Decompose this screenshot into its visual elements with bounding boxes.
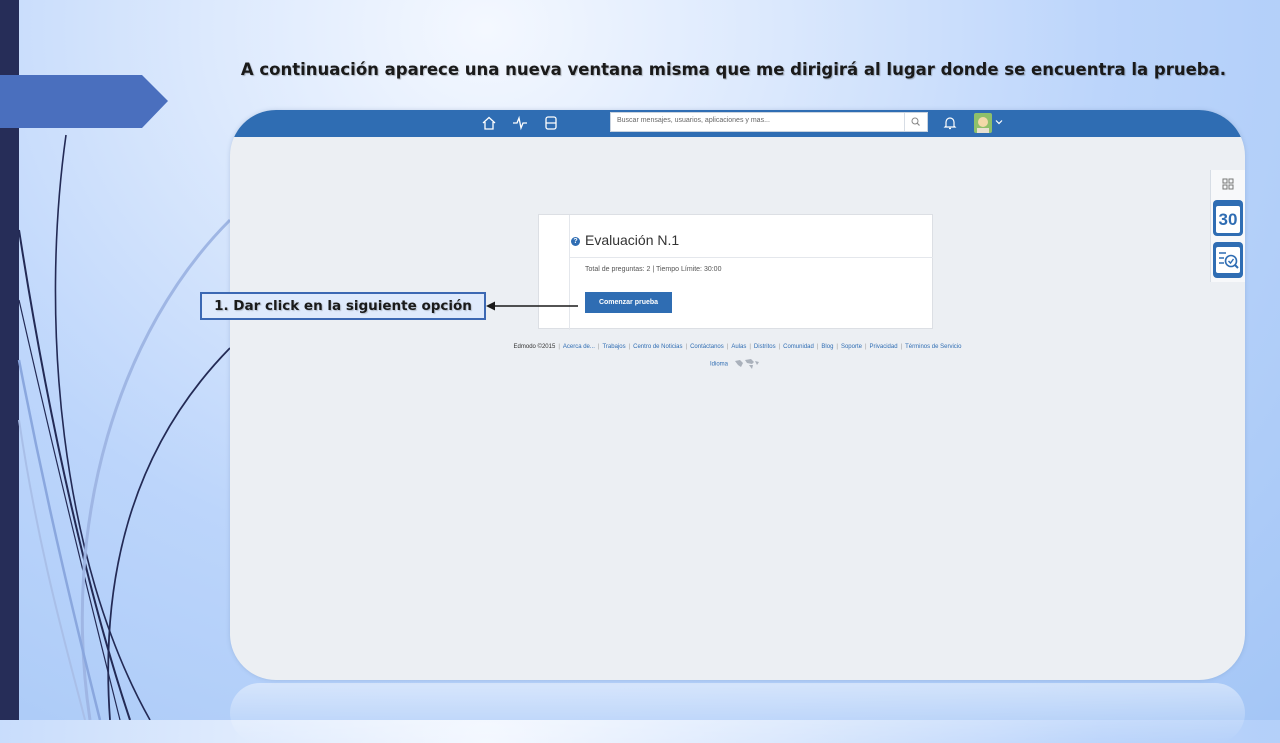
question-icon: ? xyxy=(571,237,580,246)
grid-icon[interactable] xyxy=(1222,178,1234,190)
chevron-down-icon[interactable] xyxy=(994,117,1004,127)
search-icon xyxy=(911,117,920,126)
footer-link[interactable]: Trabajos xyxy=(602,344,625,350)
quiz-card: ? Evaluación N.1 Total de preguntas: 2 |… xyxy=(538,214,933,330)
top-nav-bar: Buscar mensajes, usuarios, aplicaciones … xyxy=(230,110,1245,137)
slide-decorative-curves xyxy=(17,134,232,720)
start-quiz-button[interactable]: Comenzar prueba xyxy=(585,292,672,313)
world-map-icon xyxy=(734,359,759,369)
search-placeholder: Buscar mensajes, usuarios, aplicaciones … xyxy=(617,117,770,124)
grade-check-icon[interactable] xyxy=(1213,242,1243,278)
magnifier-check-icon xyxy=(1216,247,1240,273)
footer-language[interactable]: Idioma xyxy=(710,358,760,370)
footer-link[interactable]: Aulas xyxy=(731,344,746,350)
footer-link[interactable]: Contáctanos xyxy=(690,344,724,350)
arrow-left-icon xyxy=(486,301,578,311)
footer-copyright: Edmodo ©2015 xyxy=(513,344,556,350)
search-button[interactable] xyxy=(904,113,927,131)
footer-link[interactable]: Privacidad xyxy=(870,344,898,350)
instruction-callout: 1. Dar click en la siguiente opción xyxy=(200,292,486,320)
activity-icon[interactable] xyxy=(512,115,528,131)
footer-link[interactable]: Centro de Noticias xyxy=(633,344,682,350)
quiz-title: Evaluación N.1 xyxy=(585,232,680,248)
footer-link[interactable]: Términos de Servicio xyxy=(905,344,961,350)
footer-links: Edmodo ©2015 | Acerca de... | Trabajos | Centr… xyxy=(513,344,962,350)
screenshot-reflection xyxy=(230,683,1245,743)
bell-icon[interactable] xyxy=(942,115,958,131)
slide-title: A continuación aparece una nueva ventana… xyxy=(240,60,1226,79)
footer-link[interactable]: Blog xyxy=(821,344,833,350)
footer-link[interactable]: Acerca de... xyxy=(563,344,595,350)
footer-link[interactable]: Soporte xyxy=(841,344,862,350)
quiz-meta: Total de preguntas: 2 | Tiempo Límite: 3… xyxy=(585,266,722,273)
card-rail xyxy=(569,215,570,330)
footer-link[interactable]: Distritos xyxy=(754,344,776,350)
backpack-icon[interactable] xyxy=(543,115,559,131)
card-divider xyxy=(570,257,933,258)
avatar-face-icon xyxy=(977,117,989,133)
search-input[interactable]: Buscar mensajes, usuarios, aplicaciones … xyxy=(610,112,928,132)
home-icon[interactable] xyxy=(481,115,497,131)
footer-link[interactable]: Comunidad xyxy=(783,344,814,350)
calendar-day: 30 xyxy=(1216,206,1240,233)
app-window: Buscar mensajes, usuarios, aplicaciones … xyxy=(230,110,1245,680)
avatar[interactable] xyxy=(974,113,992,133)
calendar-icon[interactable]: 30 xyxy=(1213,200,1243,236)
language-link[interactable]: Idioma xyxy=(710,362,728,368)
side-widget-panel: 30 xyxy=(1210,170,1245,282)
